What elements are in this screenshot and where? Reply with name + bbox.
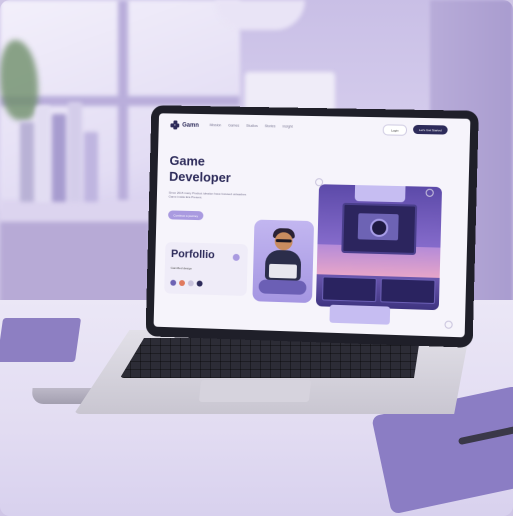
- nav-link-studios[interactable]: Studios: [246, 124, 258, 128]
- portfolio-subtitle: Gamified design: [170, 265, 192, 271]
- game-bottom-card: [329, 304, 391, 325]
- photo-scene: Gamn Mission Games Studios Stories Insig…: [0, 0, 513, 516]
- site-logo[interactable]: Gamn: [170, 120, 199, 130]
- login-button[interactable]: Login: [382, 124, 408, 136]
- decorative-circle: [444, 320, 453, 329]
- notebook-left: [0, 318, 82, 362]
- portfolio-title: Porfollio: [170, 248, 215, 262]
- game-scene-illustration: [315, 184, 443, 311]
- nav-link-stories[interactable]: Stories: [265, 124, 276, 128]
- character-glasses: [275, 239, 292, 243]
- hero-cta-button[interactable]: Continue a journey: [168, 210, 204, 221]
- laptop-screen: Gamn Mission Games Studios Stories Insig…: [153, 113, 471, 338]
- game-ui-panel-right: [380, 278, 436, 305]
- logo-name: Gamn: [182, 122, 199, 129]
- nav-link-mission[interactable]: Mission: [210, 123, 222, 127]
- site-nav: Gamn Mission Games Studios Stories Insig…: [158, 113, 470, 143]
- developer-illustration: [252, 219, 315, 304]
- character-laptop: [268, 263, 298, 279]
- game-top-panel: [354, 184, 406, 203]
- social-icon-3[interactable]: [187, 280, 194, 287]
- social-icon-4[interactable]: [196, 280, 203, 287]
- social-icon-2[interactable]: [179, 279, 186, 287]
- background-books: [20, 92, 100, 202]
- game-ui-panel-left: [322, 276, 377, 303]
- hero-title-line1: Game: [169, 153, 206, 169]
- nav-link-games[interactable]: Games: [228, 123, 239, 127]
- game-monitor: [341, 202, 418, 256]
- hero-title-line2: Developer: [168, 168, 231, 186]
- hero-title: Game Developer: [169, 153, 231, 186]
- social-icon-1[interactable]: [170, 279, 177, 286]
- laptop-trackpad: [198, 380, 312, 402]
- hero-description: Since 2015 many Product ideation have fo…: [168, 190, 247, 200]
- logo-mark-icon: [170, 120, 180, 130]
- nav-links: Mission Games Studios Stories Insight: [210, 123, 293, 129]
- nav-link-insight[interactable]: Insight: [282, 124, 292, 128]
- character-legs: [258, 279, 307, 295]
- portfolio-card[interactable]: Porfollio Gamified design: [164, 241, 248, 297]
- portfolio-badge-icon: [232, 253, 240, 261]
- get-started-button[interactable]: Let's Get Started: [412, 124, 448, 135]
- portfolio-icons: [170, 279, 203, 287]
- laptop-lid: Gamn Mission Games Studios Stories Insig…: [145, 105, 479, 348]
